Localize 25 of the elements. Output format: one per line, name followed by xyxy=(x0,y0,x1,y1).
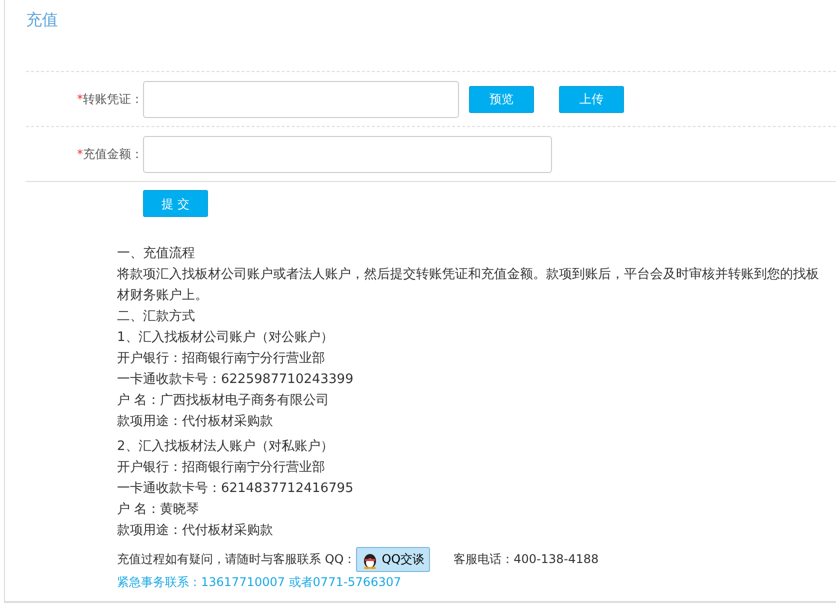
page-title: 充值 xyxy=(26,9,59,31)
instruction-text: 开户银行：招商银行南宁分行营业部 xyxy=(117,459,326,477)
instruction-text: 户 名：黄晓琴 xyxy=(117,501,200,519)
phone-text: 客服电话：400-138-4188 xyxy=(454,551,599,568)
instruction-text: 款项用途：代付板材采购款 xyxy=(117,522,274,540)
instruction-text: 开户银行：招商银行南宁分行营业部 xyxy=(117,350,326,368)
instruction-text: 一、充值流程 xyxy=(117,245,196,263)
action-button[interactable]: 预览 xyxy=(469,86,534,112)
instruction-text: 将款项汇入找板材公司账户或者法人账户，然后提交转账凭证和充值金额。款项到账后，平台会及时审核并转账到您的找板材财务账户上。 xyxy=(117,266,820,305)
field-label: *充值金额： xyxy=(76,146,143,163)
urgent-contact-text: 紧急事务联系：13617710007 或者0771-5766307 xyxy=(117,574,402,591)
instruction-text: 一卡通收款卡号：6214837712416795 xyxy=(117,480,354,498)
input-field[interactable] xyxy=(143,80,459,118)
qq-chat-button[interactable]: QQ交谈 xyxy=(356,547,430,572)
help-text: 充值过程如有疑问，请随时与客服联系 QQ： xyxy=(117,551,356,568)
instruction-text: 1、汇入找板材公司账户（对公账户） xyxy=(117,329,334,347)
field-label: *转账凭证： xyxy=(76,91,143,108)
instruction-text: 款项用途：代付板材采购款 xyxy=(117,413,274,431)
action-button[interactable]: 上传 xyxy=(559,86,624,112)
input-field[interactable] xyxy=(143,136,552,172)
submit-button[interactable]: 提 交 xyxy=(143,190,208,217)
instruction-text: 户 名：广西找板材电子商务有限公司 xyxy=(117,392,330,410)
instruction-text: 一卡通收款卡号：6225987710243399 xyxy=(117,371,354,389)
instruction-text: 2、汇入找板材法人账户（对私账户） xyxy=(117,438,334,456)
instruction-text: 二、汇款方式 xyxy=(117,308,196,326)
